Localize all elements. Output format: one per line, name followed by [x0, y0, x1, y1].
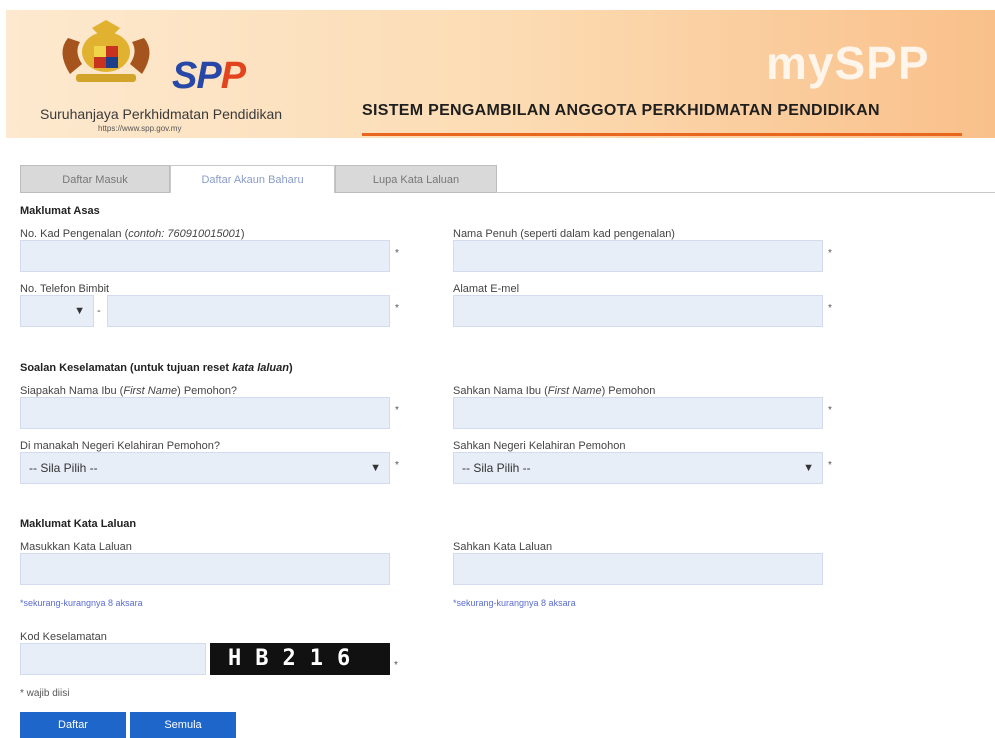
spp-logo: SPP	[172, 55, 246, 97]
required-mark: *	[395, 303, 399, 314]
birth-state-confirm-label: Sahkan Negeri Kelahiran Pemohon	[453, 440, 626, 452]
phone-prefix-select[interactable]: ▼	[20, 295, 94, 327]
organization-url[interactable]: https://www.spp.gov.my	[98, 124, 181, 133]
chevron-down-icon: ▼	[74, 305, 85, 317]
required-mark: *	[828, 460, 832, 471]
section-security-questions: Soalan Keselamatan (untuk tujuan reset k…	[20, 362, 293, 374]
password-input[interactable]	[20, 553, 390, 585]
mother-name-confirm-input[interactable]	[453, 397, 823, 429]
tab-login[interactable]: Daftar Masuk	[20, 165, 170, 193]
header-banner: SPP Suruhanjaya Perkhidmatan Pendidikan …	[6, 10, 995, 138]
malaysia-crest-icon	[62, 20, 150, 82]
required-mark: *	[395, 460, 399, 471]
reset-button[interactable]: Semula	[130, 712, 236, 738]
required-mark: *	[395, 248, 399, 259]
required-mark: *	[828, 405, 832, 416]
phone-label: No. Telefon Bimbit	[20, 283, 110, 295]
ic-number-input[interactable]	[20, 240, 390, 272]
app-name: mySPP	[766, 37, 930, 89]
captcha-label: Kod Keselamatan	[20, 631, 107, 643]
system-title: SISTEM PENGAMBILAN ANGGOTA PERKHIDMATAN …	[362, 102, 880, 119]
captcha-input[interactable]	[20, 643, 206, 675]
mother-name-confirm-label: Sahkan Nama Ibu (First Name) Pemohon	[453, 385, 656, 397]
ic-label: No. Kad Pengenalan (contoh: 760910015001…	[20, 228, 245, 240]
required-note: * wajib diisi	[20, 688, 70, 699]
tab-register[interactable]: Daftar Akaun Baharu	[170, 165, 335, 193]
fullname-input[interactable]	[453, 240, 823, 272]
mother-name-input[interactable]	[20, 397, 390, 429]
captcha-image: HB216	[210, 643, 390, 675]
password-confirm-label: Sahkan Kata Laluan	[453, 541, 553, 553]
birth-state-label: Di manakah Negeri Kelahiran Pemohon?	[20, 440, 220, 452]
birth-state-confirm-select[interactable]: -- Sila Pilih -- ▼	[453, 452, 823, 484]
password-hint: *sekurang-kurangnya 8 aksara	[20, 598, 143, 608]
organization-name: Suruhanjaya Perkhidmatan Pendidikan	[40, 106, 283, 122]
mother-name-label: Siapakah Nama Ibu (First Name) Pemohon?	[20, 385, 238, 397]
phone-number-input[interactable]	[107, 295, 390, 327]
required-mark: *	[828, 303, 832, 314]
fullname-label: Nama Penuh (seperti dalam kad pengenalan…	[453, 228, 675, 240]
required-mark: *	[395, 405, 399, 416]
required-mark: *	[828, 248, 832, 259]
email-input[interactable]	[453, 295, 823, 327]
required-mark: *	[394, 660, 398, 671]
password-confirm-hint: *sekurang-kurangnya 8 aksara	[453, 598, 576, 608]
chevron-down-icon: ▼	[803, 462, 814, 474]
tab-divider	[496, 192, 995, 193]
email-label: Alamat E-mel	[453, 283, 520, 295]
tab-forgot-password[interactable]: Lupa Kata Laluan	[335, 165, 497, 193]
section-password: Maklumat Kata Laluan	[20, 518, 137, 530]
banner-divider	[362, 133, 962, 136]
password-confirm-input[interactable]	[453, 553, 823, 585]
birth-state-select[interactable]: -- Sila Pilih -- ▼	[20, 452, 390, 484]
register-button[interactable]: Daftar	[20, 712, 126, 738]
chevron-down-icon: ▼	[370, 462, 381, 474]
password-label: Masukkan Kata Laluan	[20, 541, 132, 553]
phone-dash: -	[97, 305, 101, 317]
section-basic-info: Maklumat Asas	[20, 205, 100, 217]
